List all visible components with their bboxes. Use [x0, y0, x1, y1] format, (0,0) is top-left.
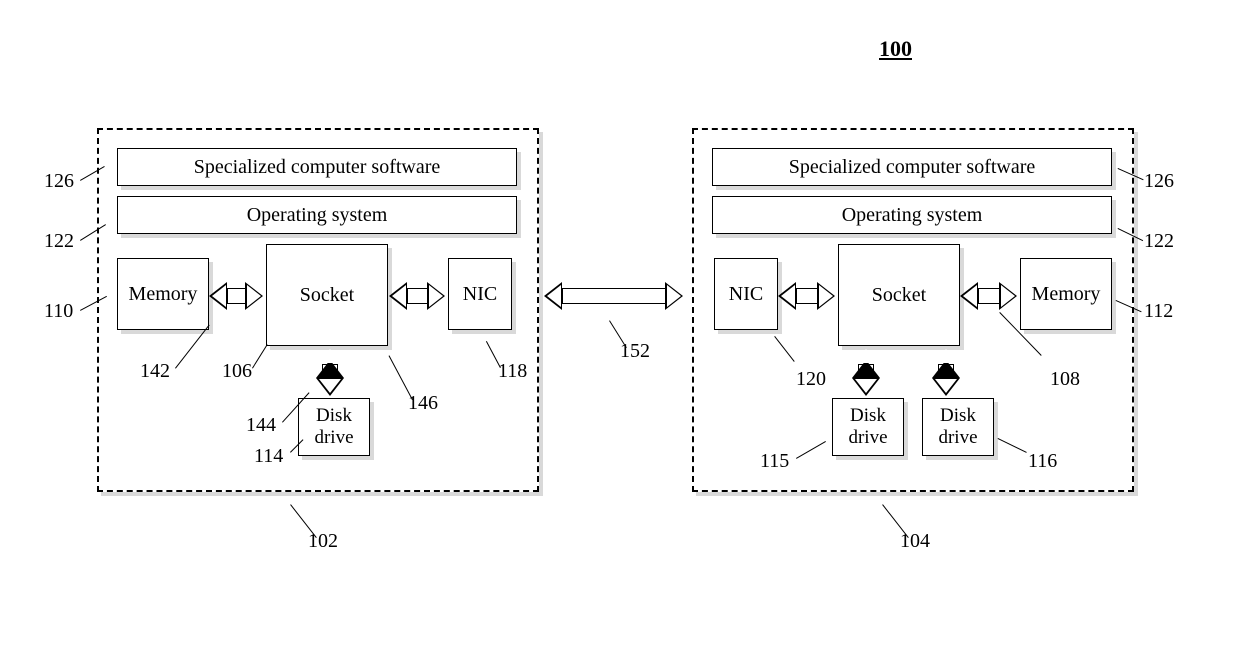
- ref-115: 115: [760, 450, 789, 473]
- ref-142: 142: [140, 360, 170, 383]
- leader-152: [609, 320, 627, 348]
- arrow-socket-disk1-r: [852, 346, 880, 396]
- label: Operating system: [247, 204, 388, 227]
- label: Specialized computer software: [789, 156, 1036, 179]
- ref-118: 118: [498, 360, 527, 383]
- ref-114: 114: [254, 445, 283, 468]
- ref-112: 112: [1144, 300, 1173, 323]
- arrow-142: [209, 282, 264, 310]
- ref-108: 108: [1050, 368, 1080, 391]
- node-104-socket: Socket: [838, 244, 960, 346]
- label: Disk drive: [833, 405, 903, 449]
- ref-146: 146: [408, 392, 438, 415]
- ref-120: 120: [796, 368, 826, 391]
- label: Disk drive: [299, 405, 369, 449]
- node-104-memory: Memory: [1020, 258, 1112, 330]
- ref-110: 110: [44, 300, 73, 323]
- node-104-os: Operating system: [712, 196, 1112, 234]
- arrow-144: [316, 346, 344, 396]
- ref-106: 106: [222, 360, 252, 383]
- diagram-stage: 100 Specialized computer software Operat…: [0, 0, 1240, 648]
- arrow-socket-mem-r: [960, 282, 1018, 310]
- label: Disk drive: [923, 405, 993, 449]
- ref-126-right: 126: [1144, 170, 1174, 193]
- ref-116: 116: [1028, 450, 1057, 473]
- node-104-nic: NIC: [714, 258, 778, 330]
- label: NIC: [463, 283, 497, 306]
- ref-126-left: 126: [44, 170, 74, 193]
- leader-104: [882, 504, 909, 538]
- node-102-software: Specialized computer software: [117, 148, 517, 186]
- leader-102: [290, 504, 317, 538]
- label: Operating system: [842, 204, 983, 227]
- label: NIC: [729, 283, 763, 306]
- label: Socket: [300, 284, 354, 307]
- arrow-146: [389, 282, 446, 310]
- node-102-memory: Memory: [117, 258, 209, 330]
- arrow-socket-disk2-r: [932, 346, 960, 396]
- arrow-152: [544, 282, 684, 310]
- label: Socket: [872, 284, 926, 307]
- node-104-software: Specialized computer software: [712, 148, 1112, 186]
- label: Memory: [1032, 283, 1101, 306]
- node-102-socket: Socket: [266, 244, 388, 346]
- label: Memory: [129, 283, 198, 306]
- arrow-nic-socket-r: [778, 282, 836, 310]
- figure-ref-100: 100: [879, 36, 912, 62]
- ref-122-left: 122: [44, 230, 74, 253]
- ref-144: 144: [246, 414, 276, 437]
- node-102-os: Operating system: [117, 196, 517, 234]
- node-102-nic: NIC: [448, 258, 512, 330]
- label: Specialized computer software: [194, 156, 441, 179]
- ref-122-right: 122: [1144, 230, 1174, 253]
